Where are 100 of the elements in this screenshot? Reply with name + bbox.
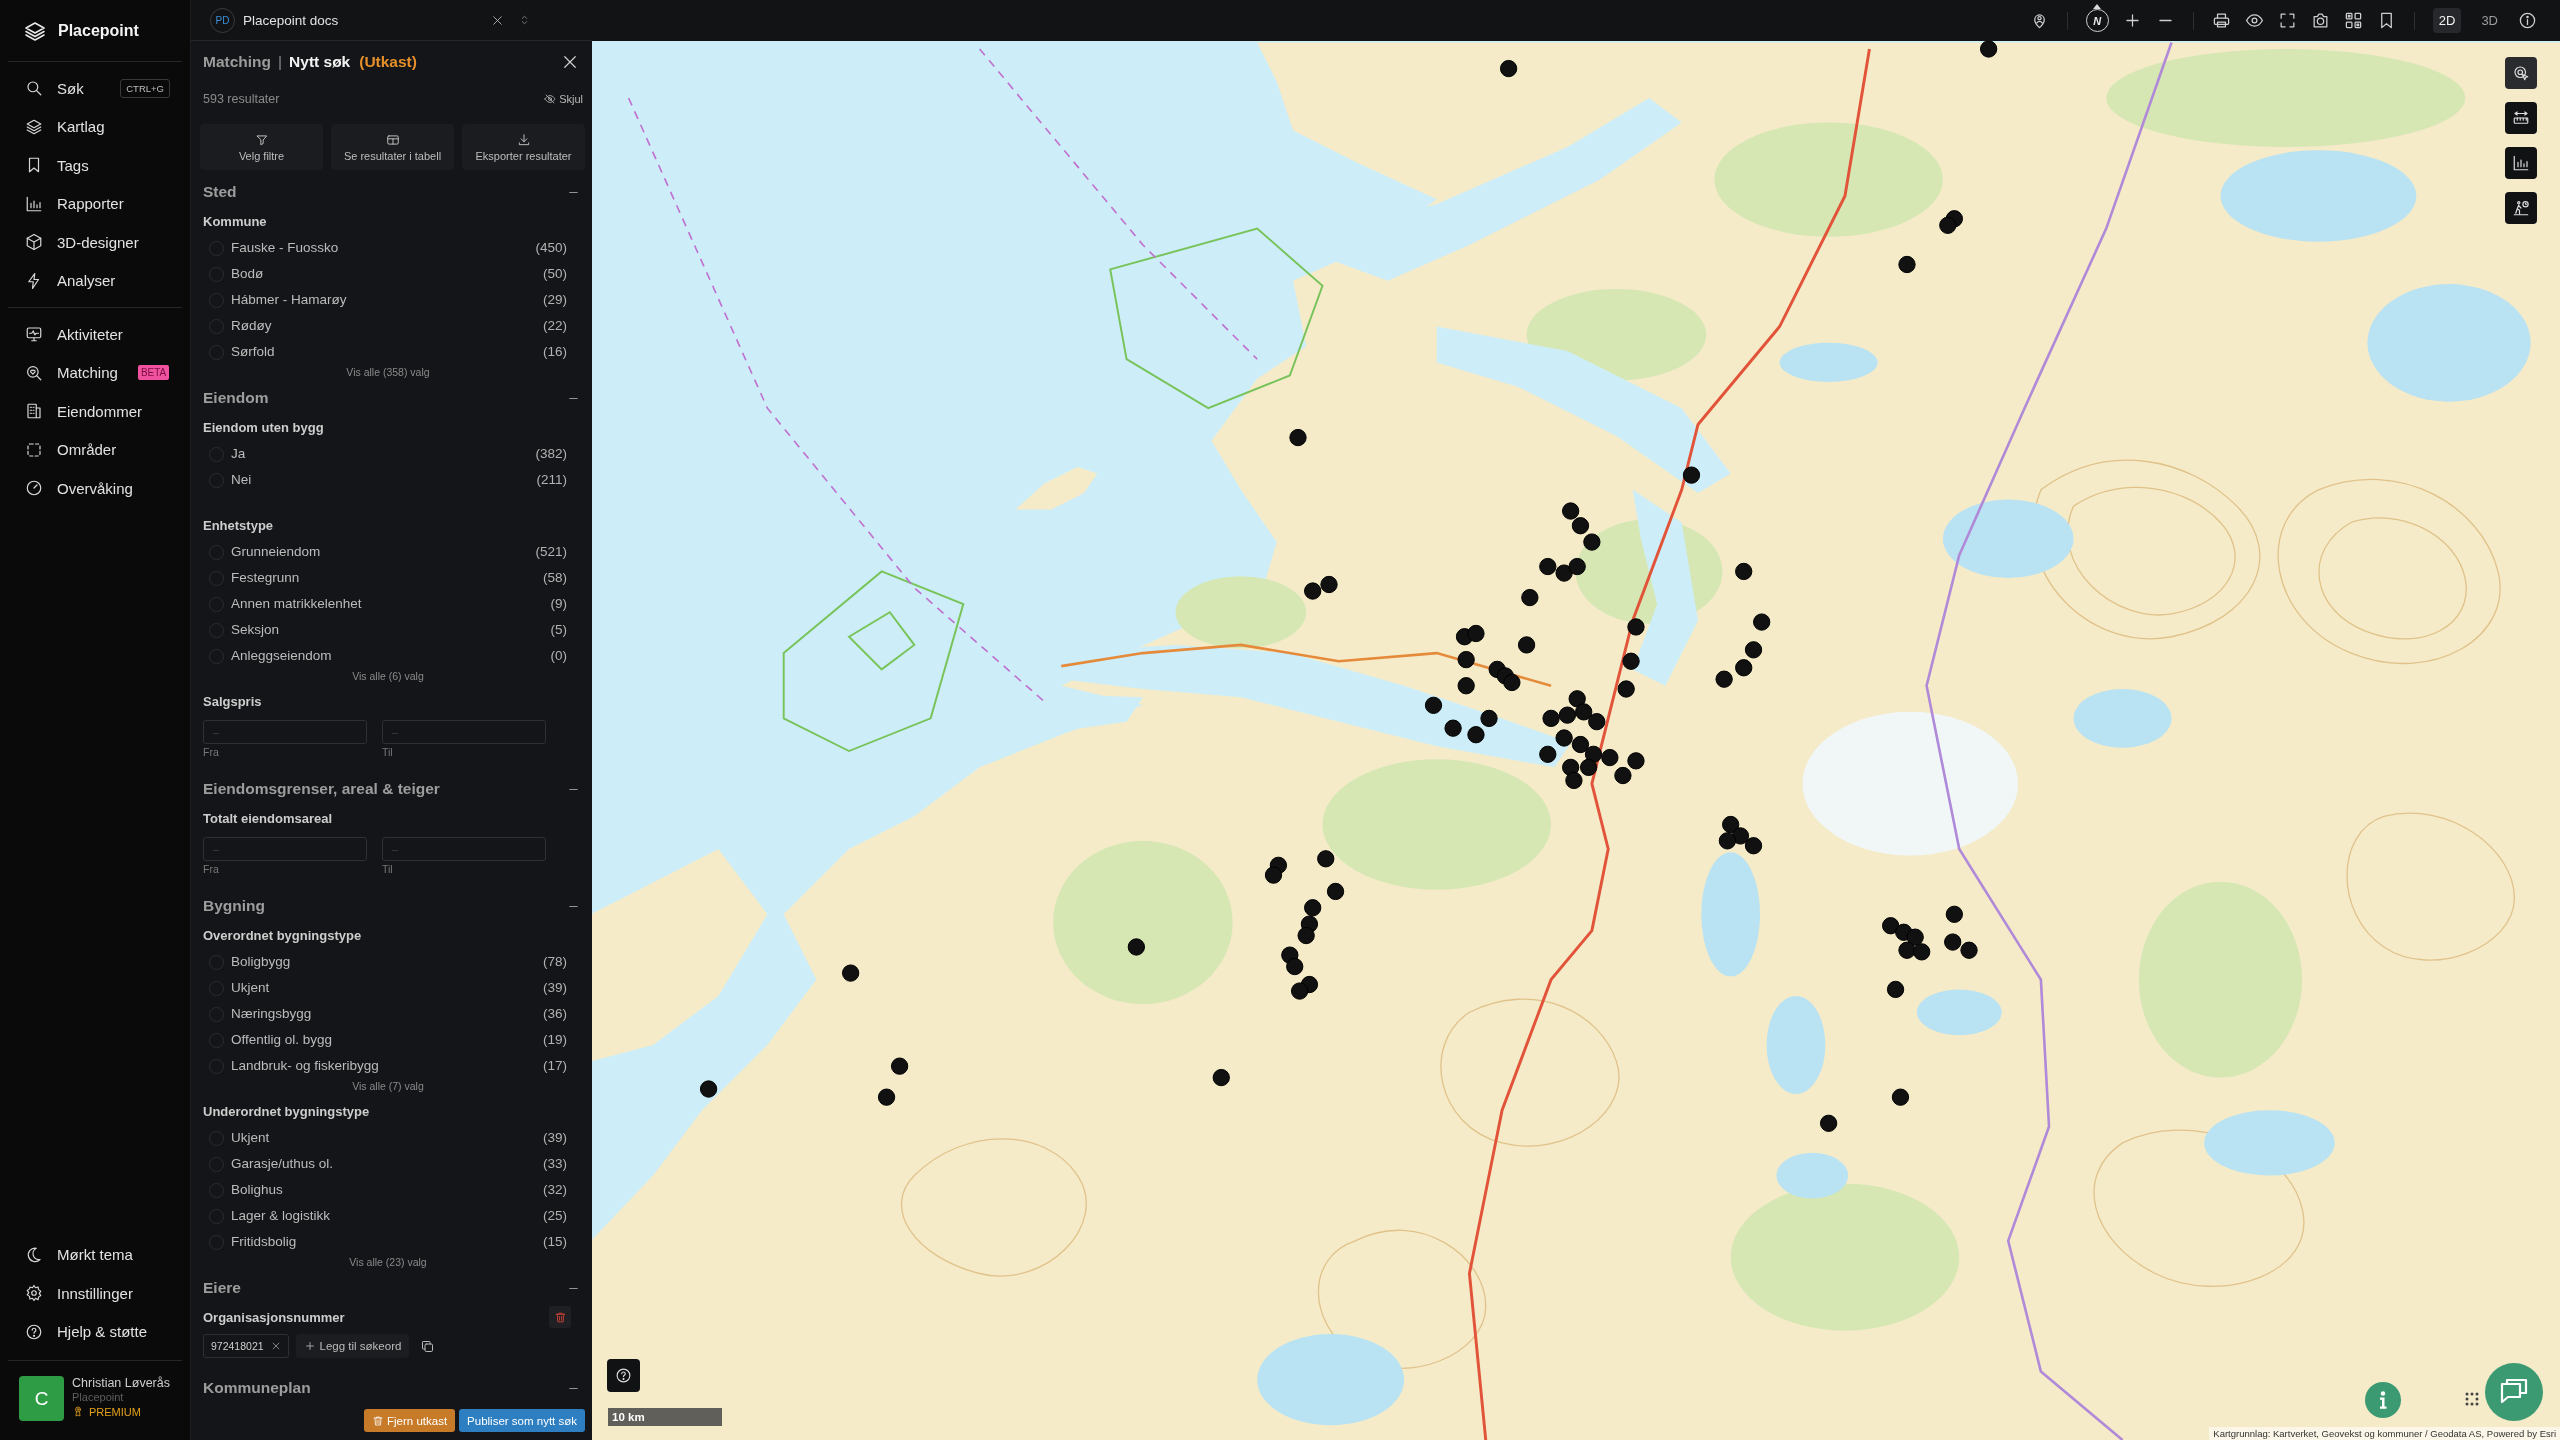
travel-time-tool-button[interactable]	[2505, 192, 2537, 224]
close-icon[interactable]	[491, 13, 504, 27]
show-all-link[interactable]: Vis alle (7) valg	[352, 1079, 424, 1093]
map-marker-icon[interactable]	[1735, 562, 1753, 581]
map-marker-icon[interactable]	[890, 1057, 909, 1075]
map-marker-icon[interactable]	[842, 964, 860, 982]
nav-item[interactable]: 3D-designer	[8, 223, 182, 262]
map-marker-icon[interactable]	[1614, 766, 1632, 785]
copy-icon[interactable]	[420, 1338, 436, 1354]
hide-button[interactable]: Skjul	[544, 93, 583, 105]
map-marker-icon[interactable]	[1960, 941, 1978, 959]
map-marker-icon[interactable]	[1753, 613, 1771, 631]
grid-icon[interactable]	[2343, 11, 2363, 30]
map-marker-icon[interactable]	[1212, 1068, 1230, 1087]
map-marker-icon[interactable]	[1499, 59, 1518, 78]
map-marker-icon[interactable]	[1289, 428, 1307, 447]
map-marker-icon[interactable]	[1320, 575, 1338, 594]
map-marker-icon[interactable]	[1555, 729, 1573, 747]
map-marker-icon[interactable]	[1571, 517, 1590, 535]
nav-item[interactable]: Aktiviteter	[8, 315, 182, 354]
map-marker-icon[interactable]	[1291, 982, 1309, 1000]
map-marker-icon[interactable]	[1945, 905, 1963, 923]
view-mode-tab[interactable]: 2D	[2432, 8, 2462, 33]
map-marker-icon[interactable]	[877, 1088, 896, 1106]
map-marker-icon[interactable]	[1906, 928, 1924, 946]
measure-tool-button[interactable]	[2505, 102, 2537, 134]
view-mode-tab[interactable]: 3D	[2475, 8, 2504, 33]
map-marker-icon[interactable]	[1304, 899, 1322, 917]
nav-item[interactable]: Matching BETA	[8, 353, 182, 392]
map-marker-icon[interactable]	[1562, 502, 1580, 520]
map-marker-icon[interactable]	[1627, 618, 1645, 636]
map-marker-icon[interactable]	[699, 1080, 718, 1098]
user-avatar[interactable]: C	[19, 1376, 64, 1421]
map-marker-icon[interactable]	[1898, 255, 1916, 274]
remove-icon[interactable]	[270, 1341, 281, 1351]
map-marker-icon[interactable]	[1444, 719, 1462, 737]
show-all-link[interactable]: Vis alle (6) valg	[352, 669, 424, 683]
map-marker-icon[interactable]	[1326, 882, 1345, 901]
map-marker-icon[interactable]	[1718, 832, 1737, 850]
nav-item[interactable]: Analyser	[8, 261, 182, 300]
nav-item[interactable]: Hjelp & støtte	[8, 1312, 182, 1351]
map-marker-icon[interactable]	[1682, 466, 1701, 484]
map-marker-icon[interactable]	[1424, 696, 1443, 714]
help-button[interactable]	[607, 1359, 640, 1392]
map-marker-icon[interactable]	[1467, 624, 1485, 643]
map-marker-icon[interactable]	[1744, 837, 1763, 855]
breadcrumb-link[interactable]: Matching	[203, 53, 272, 71]
map-marker-icon[interactable]	[1568, 557, 1586, 576]
nav-item[interactable]: Søk CTRL+G	[8, 69, 182, 108]
map-marker-icon[interactable]	[1944, 933, 1962, 951]
close-icon[interactable]	[561, 53, 579, 71]
map-marker-icon[interactable]	[1457, 650, 1475, 669]
map-marker-icon[interactable]	[1286, 957, 1304, 976]
printer-icon[interactable]	[2211, 11, 2231, 30]
map-marker-icon[interactable]	[1744, 641, 1763, 659]
map-marker-icon[interactable]	[1568, 690, 1586, 708]
action-button[interactable]: Eksporter resultater	[462, 124, 585, 170]
nav-item[interactable]: Innstillinger	[8, 1274, 182, 1313]
map-marker-icon[interactable]	[1622, 652, 1640, 670]
map-marker-icon[interactable]	[1565, 771, 1583, 790]
map-marker-icon[interactable]	[1601, 748, 1619, 767]
map-marker-icon[interactable]	[1617, 680, 1635, 698]
map-marker-icon[interactable]	[1579, 758, 1598, 776]
map-marker-icon[interactable]	[1317, 850, 1335, 868]
map-marker-icon[interactable]	[1980, 41, 1998, 58]
map-marker-icon[interactable]	[1555, 564, 1573, 582]
map-marker-icon[interactable]	[1542, 709, 1560, 728]
nav-item[interactable]: Områder	[8, 430, 182, 469]
input-field[interactable]: –	[382, 837, 546, 861]
info-icon[interactable]	[2518, 11, 2537, 30]
nav-item[interactable]: Mørkt tema	[8, 1235, 182, 1274]
map-marker-icon[interactable]	[1575, 703, 1593, 721]
map-marker-icon[interactable]	[1588, 713, 1606, 731]
map-marker-icon[interactable]	[1503, 673, 1521, 692]
select-tool-button[interactable]	[2505, 57, 2537, 89]
map-marker-icon[interactable]	[1297, 926, 1315, 945]
map-marker-icon[interactable]	[1517, 636, 1536, 654]
nav-item[interactable]: Kartlag	[8, 107, 182, 146]
map-marker-icon[interactable]	[1264, 866, 1283, 884]
map-marker-icon[interactable]	[1722, 815, 1740, 834]
action-button[interactable]: Velg filtre	[200, 124, 323, 170]
map-marker-icon[interactable]	[1558, 706, 1577, 724]
nav-item[interactable]: Eiendommer	[8, 392, 182, 431]
input-field[interactable]: –	[203, 720, 367, 744]
statistics-tool-button[interactable]	[2505, 147, 2537, 179]
map-marker-icon[interactable]	[1584, 745, 1603, 763]
input-field[interactable]: –	[203, 837, 367, 861]
map-marker-icon[interactable]	[1521, 588, 1539, 607]
map-marker-icon[interactable]	[1882, 917, 1900, 935]
workspace-name[interactable]: Placepoint docs	[243, 12, 483, 28]
publish-button[interactable]: Publiser som nytt søk	[459, 1409, 585, 1432]
drag-handle-icon[interactable]	[2465, 1392, 2479, 1406]
show-all-link[interactable]: Vis alle (23) valg	[349, 1255, 427, 1269]
map-marker-icon[interactable]	[1127, 938, 1145, 956]
eye-icon[interactable]	[2244, 11, 2264, 30]
map-marker-icon[interactable]	[1539, 745, 1557, 763]
nav-item[interactable]: Rapporter	[8, 184, 182, 223]
delete-button[interactable]	[549, 1306, 571, 1328]
map-marker-icon[interactable]	[1886, 980, 1905, 999]
map-marker-icon[interactable]	[1731, 827, 1750, 845]
